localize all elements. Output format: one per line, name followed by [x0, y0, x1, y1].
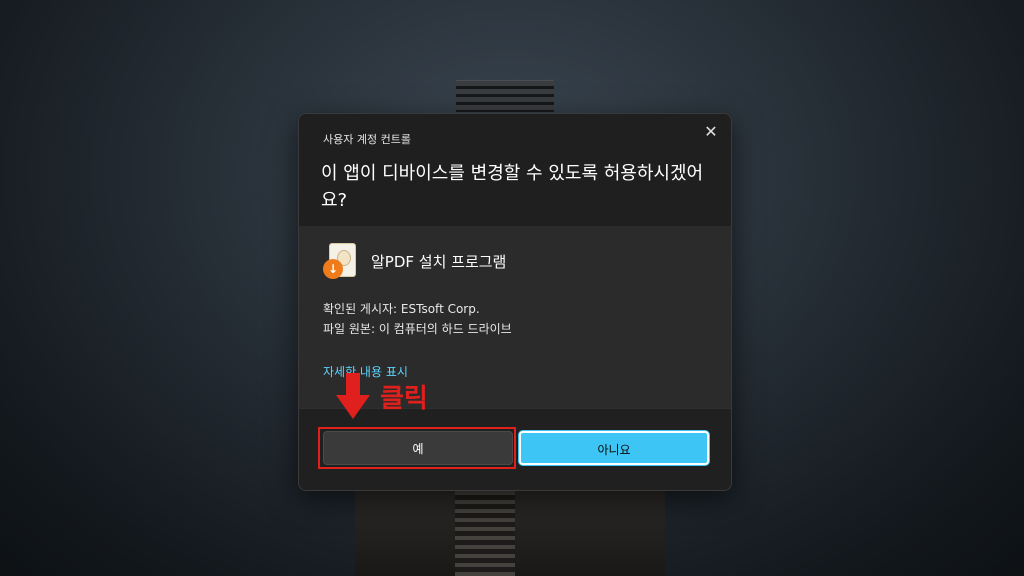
- pier-rail: [455, 490, 515, 576]
- click-annotation-label: 클릭: [380, 384, 428, 414]
- app-info: ↓ 알PDF 설치 프로그램: [323, 242, 506, 280]
- app-name: 알PDF 설치 프로그램: [371, 252, 507, 271]
- publisher-text: 확인된 게시자: ESTsoft Corp.: [323, 302, 480, 316]
- click-highlight-box: [318, 427, 516, 469]
- download-icon: ↓: [323, 259, 343, 279]
- close-button[interactable]: ✕: [701, 122, 721, 142]
- file-origin-text: 파일 원본: 이 컴퓨터의 하드 드라이브: [323, 322, 512, 336]
- no-button[interactable]: 아니요: [519, 431, 709, 465]
- alpdf-installer-icon: ↓: [323, 243, 357, 279]
- red-arrow-down-icon: [336, 373, 370, 419]
- close-icon: ✕: [704, 122, 718, 141]
- dialog-header: 사용자 계정 컨트롤 ✕ 이 앱이 디바이스를 변경할 수 있도록 허용하시겠어…: [299, 114, 731, 226]
- dialog-title: 사용자 계정 컨트롤: [323, 133, 411, 146]
- pier-planks-top: [456, 80, 554, 112]
- permission-question: 이 앱이 디바이스를 변경할 수 있도록 허용하시겠어요?: [321, 163, 704, 211]
